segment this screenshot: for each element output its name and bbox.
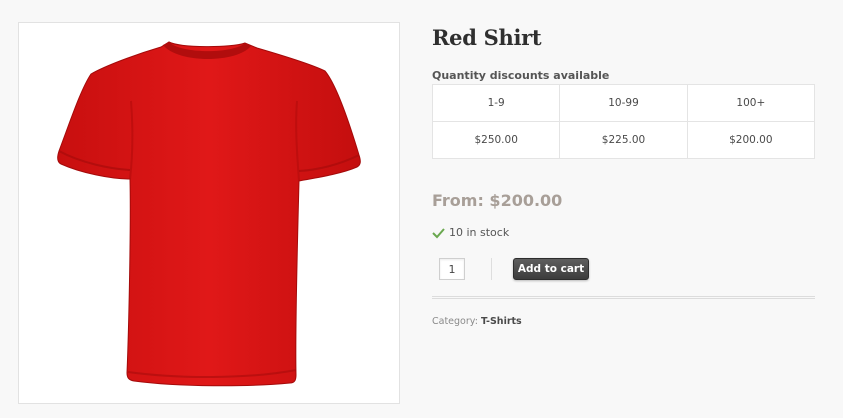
product-page: Red Shirt Quantity discounts available 1… bbox=[0, 0, 843, 418]
product-price: From: $200.00 bbox=[432, 191, 563, 210]
discount-price-cell: $225.00 bbox=[559, 121, 688, 159]
discount-price-cell: $250.00 bbox=[431, 121, 561, 159]
product-title: Red Shirt bbox=[432, 25, 542, 50]
discount-range-row: 1-9 10-99 100+ bbox=[431, 84, 816, 122]
quantity-separator bbox=[491, 258, 492, 280]
category-link[interactable]: T-Shirts bbox=[481, 316, 522, 327]
category-label: Category: bbox=[432, 316, 478, 327]
red-shirt-image bbox=[57, 41, 361, 387]
stock-text: 10 in stock bbox=[449, 226, 510, 239]
discount-range-cell: 10-99 bbox=[559, 84, 688, 122]
discount-heading: Quantity discounts available bbox=[432, 69, 610, 82]
discount-price-row: $250.00 $225.00 $200.00 bbox=[431, 121, 816, 159]
stock-status: 10 in stock bbox=[432, 226, 509, 239]
discount-price-cell: $200.00 bbox=[686, 121, 816, 159]
add-to-cart-button[interactable]: Add to cart bbox=[513, 258, 589, 280]
discount-table: 1-9 10-99 100+ $250.00 $225.00 $200.00 bbox=[431, 84, 816, 159]
quantity-input[interactable] bbox=[439, 258, 465, 280]
product-meta: Category: T-Shirts bbox=[432, 316, 522, 327]
discount-range-cell: 100+ bbox=[686, 84, 816, 122]
check-icon bbox=[432, 227, 445, 238]
summary-divider bbox=[432, 296, 815, 299]
discount-range-cell: 1-9 bbox=[431, 84, 561, 122]
product-image-frame[interactable] bbox=[18, 22, 400, 404]
